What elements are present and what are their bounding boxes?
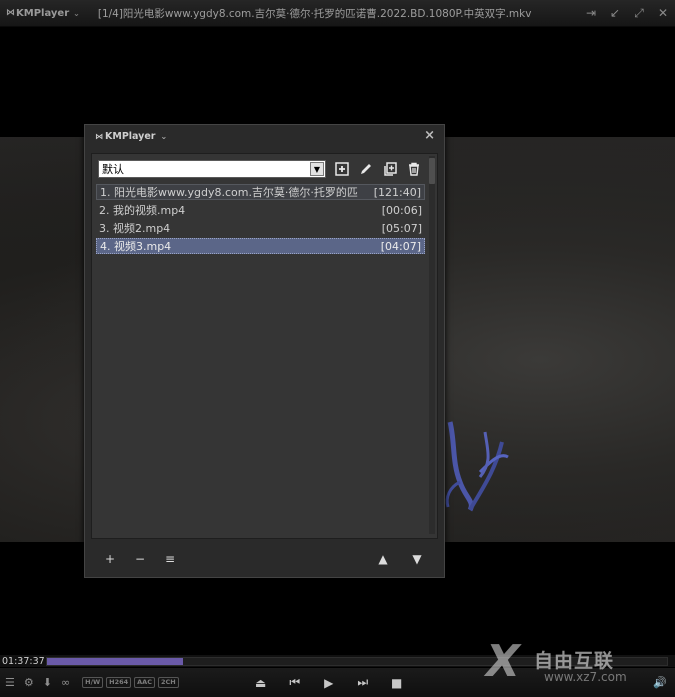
window-title: [1/4]阳光电影www.ygdy8.com.吉尔莫·德尔·托罗的匹诺曹.202… xyxy=(97,7,532,20)
playlist-item-duration: [04:07] xyxy=(380,239,421,253)
playlist-items: 1. 阳光电影www.ygdy8.com.吉尔莫·德尔·托罗的匹 [121:40… xyxy=(96,184,425,256)
settings-gear-icon[interactable]: ⚙ xyxy=(24,676,34,689)
playlist-item-name: 2. 我的视频.mp4 xyxy=(99,204,186,217)
playlist-menu-button[interactable]: ≡ xyxy=(163,552,177,566)
watermark-url: www.xz7.com xyxy=(544,670,627,684)
playlist-footer-left: + − ≡ xyxy=(103,552,177,566)
vr-glasses-icon[interactable]: ∞ xyxy=(61,676,70,689)
play-icon[interactable]: ▶ xyxy=(322,676,336,690)
playlist-scrollbar[interactable] xyxy=(429,156,435,534)
codec-badges: H/W H264 AAC 2CH xyxy=(82,677,179,688)
playlist-item[interactable]: 3. 视频2.mp4 [05:07] xyxy=(96,220,425,236)
playlist-select-value: 默认 xyxy=(102,163,124,176)
maximize-icon[interactable]: ⤢ xyxy=(633,6,645,21)
add-item-button[interactable]: + xyxy=(103,552,117,566)
move-down-button[interactable]: ▼ xyxy=(410,552,424,566)
scrollbar-thumb[interactable] xyxy=(429,158,435,184)
codec-badge: H264 xyxy=(106,677,132,688)
playlist-item-duration: [121:40] xyxy=(373,185,421,199)
title-bar: ⋈ KMPlayer ⌄ [1/4]阳光电影www.ygdy8.com.吉尔莫·… xyxy=(0,0,675,27)
eject-icon[interactable]: ⏏ xyxy=(254,676,268,690)
playlist-select[interactable]: 默认 ▼ xyxy=(98,160,326,178)
playlist-close-button[interactable]: × xyxy=(424,128,435,143)
watermark-logo-icon: X xyxy=(486,636,520,687)
add-list-icon[interactable] xyxy=(334,161,350,177)
chevron-down-icon[interactable]: ⌄ xyxy=(160,132,167,141)
video-flower-shape xyxy=(445,421,509,512)
elapsed-time: 01:37:37 xyxy=(2,655,45,667)
playlist-toolbar-icons xyxy=(334,161,422,177)
playlist-item-duration: [00:06] xyxy=(381,203,422,217)
kmplayer-logo-icon: ⋈ xyxy=(95,131,103,141)
codec-badge: H/W xyxy=(82,677,104,688)
playlist-header: ⋈ KMPlayer ⌄ × xyxy=(85,125,444,147)
playlist-panel: ⋈ KMPlayer ⌄ × 默认 ▼ 1. 阳光电影www.ygdy8.com… xyxy=(84,124,445,578)
stop-icon[interactable]: ■ xyxy=(390,676,404,690)
minimize-icon[interactable]: ↙ xyxy=(609,6,621,20)
playlist-item[interactable]: 2. 我的视频.mp4 [00:06] xyxy=(96,202,425,218)
watermark-brand: 自由互联 xyxy=(534,650,615,672)
rename-icon[interactable] xyxy=(358,161,374,177)
playlist-item-duration: [05:07] xyxy=(381,221,422,235)
playlist-body: 默认 ▼ 1. 阳光电影www.ygdy8.com.吉尔莫·德尔·托罗的匹 [1… xyxy=(91,153,438,539)
next-icon[interactable]: ⏭ xyxy=(356,675,370,690)
dropdown-arrow-icon[interactable]: ▼ xyxy=(310,162,324,176)
codec-badge: AAC xyxy=(134,677,155,688)
playlist-item-name: 4. 视频3.mp4 xyxy=(100,240,172,253)
playlist-item-name: 3. 视频2.mp4 xyxy=(99,222,171,235)
previous-icon[interactable]: ⏮ xyxy=(288,675,302,690)
window-controls: ⇥ ↙ ⤢ ✕ xyxy=(585,0,669,26)
app-name: KMPlayer xyxy=(16,7,70,19)
watermark: X 自由互联 www.xz7.com xyxy=(486,636,671,692)
app-menu-button[interactable]: ⋈ KMPlayer ⌄ xyxy=(0,0,80,26)
transport-controls: ⏏ ⏮ ▶ ⏭ ■ xyxy=(254,675,404,690)
playlist-item-name: 1. 阳光电影www.ygdy8.com.吉尔莫·德尔·托罗的匹 xyxy=(100,186,358,199)
kmplayer-logo-icon: ⋈ xyxy=(6,8,15,18)
playlist-item[interactable]: 1. 阳光电影www.ygdy8.com.吉尔莫·德尔·托罗的匹 [121:40… xyxy=(96,184,425,200)
playlist-footer-right: ▲ ▼ xyxy=(376,552,424,566)
remove-item-button[interactable]: − xyxy=(133,552,147,566)
playlist-item[interactable]: 4. 视频3.mp4 [04:07] xyxy=(96,238,425,254)
pin-icon[interactable]: ⇥ xyxy=(585,6,597,20)
playlist-title: KMPlayer xyxy=(105,130,156,142)
seek-progress xyxy=(47,657,184,665)
move-up-button[interactable]: ▲ xyxy=(376,552,390,566)
playlist-toolbar: 默认 ▼ xyxy=(98,159,428,179)
copy-list-icon[interactable] xyxy=(382,161,398,177)
menu-icon[interactable]: ☰ xyxy=(5,676,15,689)
delete-list-icon[interactable] xyxy=(406,161,422,177)
playlist-footer: + − ≡ ▲ ▼ xyxy=(85,541,444,577)
kmplayer-window: ⋈ KMPlayer ⌄ [1/4]阳光电影www.ygdy8.com.吉尔莫·… xyxy=(0,0,675,697)
close-icon[interactable]: ✕ xyxy=(657,6,669,20)
control-left-group: ☰ ⚙ ⬇ ∞ xyxy=(0,676,70,689)
codec-badge: 2CH xyxy=(157,677,179,688)
chevron-down-icon: ⌄ xyxy=(73,8,80,18)
download-icon[interactable]: ⬇ xyxy=(43,676,52,689)
